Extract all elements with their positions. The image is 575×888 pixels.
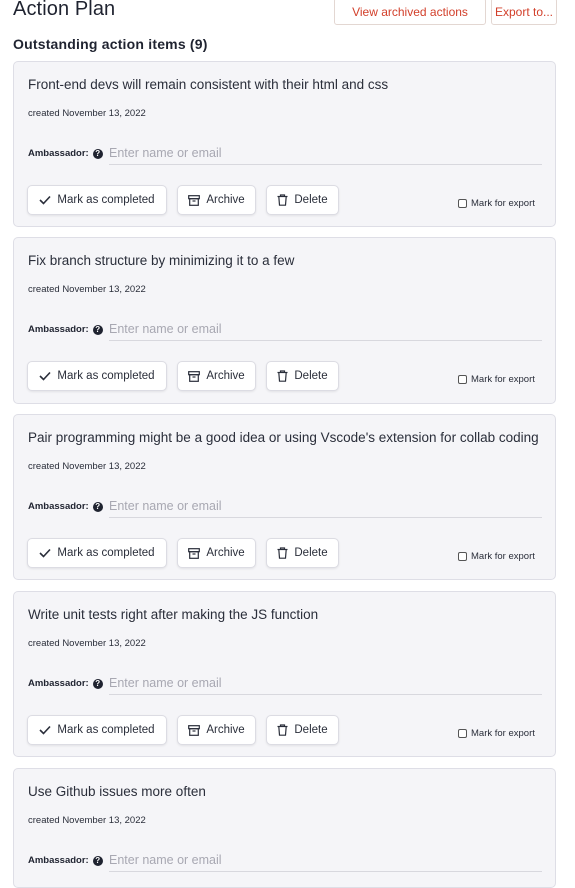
action-item-created-date: created November 13, 2022 (28, 815, 146, 826)
action-item-created-date: created November 13, 2022 (28, 284, 146, 295)
help-icon[interactable]: ? (92, 678, 103, 689)
ambassador-input[interactable] (109, 848, 542, 872)
mark-for-export-checkbox[interactable] (458, 552, 467, 561)
ambassador-label-text: Ambassador: (28, 324, 89, 335)
mark-as-completed-label: Mark as completed (57, 370, 155, 382)
action-item-text: Use Github issues more often (28, 784, 206, 799)
archive-icon (188, 370, 201, 382)
action-item-card: Write unit tests right after making the … (13, 591, 556, 757)
archive-button[interactable]: Archive (177, 361, 256, 391)
archive-icon (188, 194, 201, 206)
ambassador-label: Ambassador: ? (28, 678, 103, 689)
archive-label: Archive (206, 547, 245, 559)
outstanding-items-heading: Outstanding action items (9) (13, 36, 208, 52)
delete-button[interactable]: Delete (266, 185, 339, 215)
ambassador-label-text: Ambassador: (28, 678, 89, 689)
delete-button[interactable]: Delete (266, 538, 339, 568)
delete-label: Delete (294, 724, 328, 736)
trash-icon (277, 370, 288, 382)
help-icon[interactable]: ? (92, 148, 103, 159)
mark-for-export[interactable]: Mark for export (458, 374, 535, 385)
mark-as-completed-button[interactable]: Mark as completed (27, 715, 167, 745)
view-archived-actions-button[interactable]: View archived actions (334, 0, 486, 25)
mark-for-export-label: Mark for export (471, 374, 535, 385)
action-item-text: Front-end devs will remain consistent wi… (28, 77, 389, 92)
ambassador-input[interactable] (109, 317, 542, 341)
mark-as-completed-button[interactable]: Mark as completed (27, 361, 167, 391)
mark-as-completed-label: Mark as completed (57, 724, 155, 736)
archive-icon (188, 547, 201, 559)
mark-for-export-checkbox[interactable] (458, 199, 467, 208)
action-item-card: Fix branch structure by minimizing it to… (13, 237, 556, 404)
archive-label: Archive (206, 194, 245, 206)
mark-for-export-checkbox[interactable] (458, 729, 467, 738)
archive-button[interactable]: Archive (177, 538, 256, 568)
ambassador-label-text: Ambassador: (28, 501, 89, 512)
mark-for-export-checkbox[interactable] (458, 375, 467, 384)
action-item-card: Pair programming might be a good idea or… (13, 414, 556, 580)
delete-label: Delete (294, 547, 328, 559)
help-icon[interactable]: ? (92, 855, 103, 866)
page-header: Action Plan View archived actions Export… (13, 0, 561, 30)
action-item-created-date: created November 13, 2022 (28, 638, 146, 649)
mark-for-export-label: Mark for export (471, 728, 535, 739)
ambassador-label: Ambassador: ? (28, 855, 103, 866)
archive-button[interactable]: Archive (177, 185, 256, 215)
archive-label: Archive (206, 370, 245, 382)
check-icon (39, 371, 52, 381)
mark-as-completed-label: Mark as completed (57, 547, 155, 559)
ambassador-label-text: Ambassador: (28, 855, 89, 866)
trash-icon (277, 724, 288, 736)
mark-for-export-label: Mark for export (471, 551, 535, 562)
help-icon[interactable]: ? (92, 501, 103, 512)
action-item-created-date: created November 13, 2022 (28, 108, 146, 119)
check-icon (39, 725, 52, 735)
delete-label: Delete (294, 370, 328, 382)
ambassador-input[interactable] (109, 141, 542, 165)
mark-for-export[interactable]: Mark for export (458, 728, 535, 739)
action-item-text: Pair programming might be a good idea or… (28, 430, 539, 445)
delete-button[interactable]: Delete (266, 361, 339, 391)
page-title: Action Plan (13, 0, 116, 20)
archive-icon (188, 724, 201, 736)
ambassador-label: Ambassador: ? (28, 501, 103, 512)
ambassador-label-text: Ambassador: (28, 148, 89, 159)
mark-as-completed-button[interactable]: Mark as completed (27, 538, 167, 568)
check-icon (39, 548, 52, 558)
action-item-card: Front-end devs will remain consistent wi… (13, 61, 556, 227)
trash-icon (277, 547, 288, 559)
mark-as-completed-label: Mark as completed (57, 194, 155, 206)
trash-icon (277, 194, 288, 206)
ambassador-label: Ambassador: ? (28, 324, 103, 335)
ambassador-input[interactable] (109, 494, 542, 518)
mark-for-export[interactable]: Mark for export (458, 551, 535, 562)
ambassador-label: Ambassador: ? (28, 148, 103, 159)
ambassador-input[interactable] (109, 671, 542, 695)
archive-label: Archive (206, 724, 245, 736)
export-to-button[interactable]: Export to... (491, 0, 557, 25)
archive-button[interactable]: Archive (177, 715, 256, 745)
mark-for-export-label: Mark for export (471, 198, 535, 209)
action-item-card: Use Github issues more often created Nov… (13, 768, 556, 888)
action-item-text: Write unit tests right after making the … (28, 607, 319, 622)
mark-as-completed-button[interactable]: Mark as completed (27, 185, 167, 215)
delete-button[interactable]: Delete (266, 715, 339, 745)
action-item-created-date: created November 13, 2022 (28, 461, 146, 472)
delete-label: Delete (294, 194, 328, 206)
check-icon (39, 195, 52, 205)
help-icon[interactable]: ? (92, 324, 103, 335)
action-item-text: Fix branch structure by minimizing it to… (28, 253, 295, 268)
mark-for-export[interactable]: Mark for export (458, 198, 535, 209)
